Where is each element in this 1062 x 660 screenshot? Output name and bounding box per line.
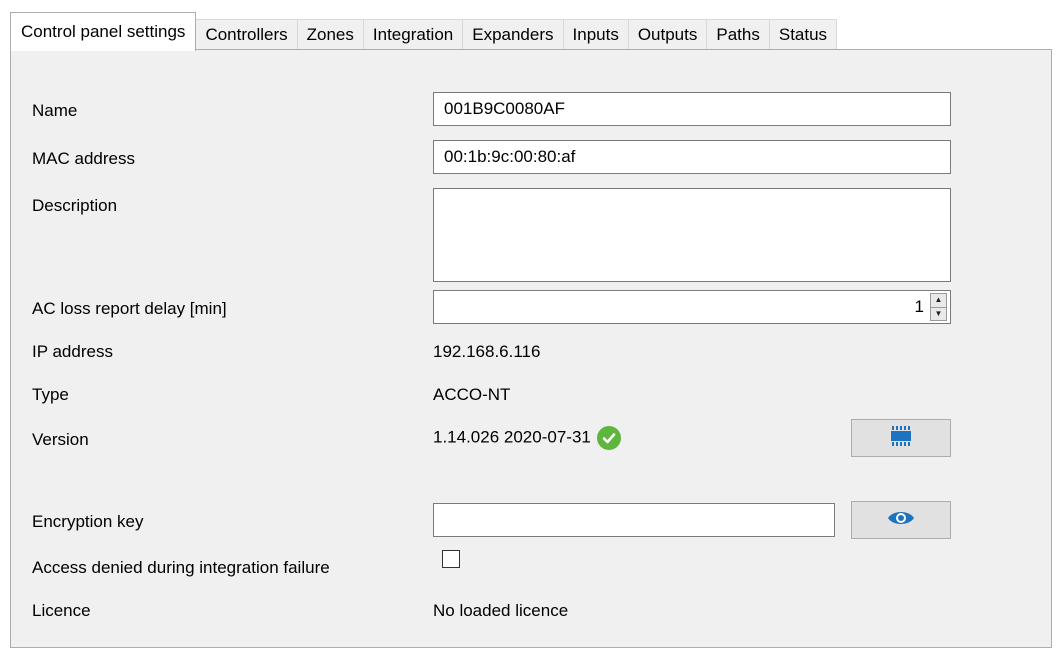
settings-window: Control panel settings Controllers Zones… [10,12,1052,648]
tab-controllers[interactable]: Controllers [195,19,298,50]
description-label: Description [32,196,118,215]
access-denied-checkbox[interactable] [442,550,460,568]
description-field[interactable] [433,188,951,282]
ac-loss-delay-value: 1 [914,297,924,316]
tab-outputs[interactable]: Outputs [627,19,708,50]
spin-up-button[interactable]: ▲ [930,293,947,308]
name-label: Name [32,101,78,120]
check-circle-icon [596,426,621,450]
version-value-row: 1.14.026 2020-07-31 [433,426,621,450]
mac-address-label: MAC address [32,149,135,168]
settings-panel: Name MAC address Description AC loss rep… [10,49,1052,648]
tab-control-panel-settings[interactable]: Control panel settings [10,12,197,51]
tab-inputs[interactable]: Inputs [562,19,629,50]
tab-expanders[interactable]: Expanders [462,19,564,50]
firmware-chip-icon [886,425,916,452]
ip-address-label: IP address [32,342,113,361]
tab-paths[interactable]: Paths [706,19,770,50]
spin-down-button[interactable]: ▼ [930,307,947,321]
tab-status[interactable]: Status [768,19,838,50]
mac-address-field[interactable] [433,140,951,174]
ip-address-value: 192.168.6.116 [433,342,541,361]
licence-value: No loaded licence [433,601,569,620]
licence-label: Licence [32,601,91,620]
eye-icon [887,509,915,532]
type-value: ACCO-NT [433,385,511,404]
encryption-key-label: Encryption key [32,512,144,531]
access-denied-label: Access denied during integration failure [32,558,330,577]
tab-zones[interactable]: Zones [296,19,364,50]
version-value: 1.14.026 2020-07-31 [433,427,591,447]
ac-loss-delay-spinbox[interactable]: 1 ▲ ▼ [433,290,951,324]
tab-integration[interactable]: Integration [362,19,464,50]
type-label: Type [32,385,69,404]
caret-up-icon: ▲ [934,295,943,305]
name-field[interactable] [433,92,951,126]
show-key-button[interactable] [851,501,951,539]
encryption-key-field[interactable] [433,503,835,537]
spin-buttons: ▲ ▼ [930,293,947,321]
firmware-update-button[interactable] [851,419,951,457]
tab-bar: Control panel settings Controllers Zones… [10,12,838,51]
caret-down-icon: ▼ [934,308,943,318]
ac-loss-delay-label: AC loss report delay [min] [32,299,227,318]
version-label: Version [32,430,89,449]
